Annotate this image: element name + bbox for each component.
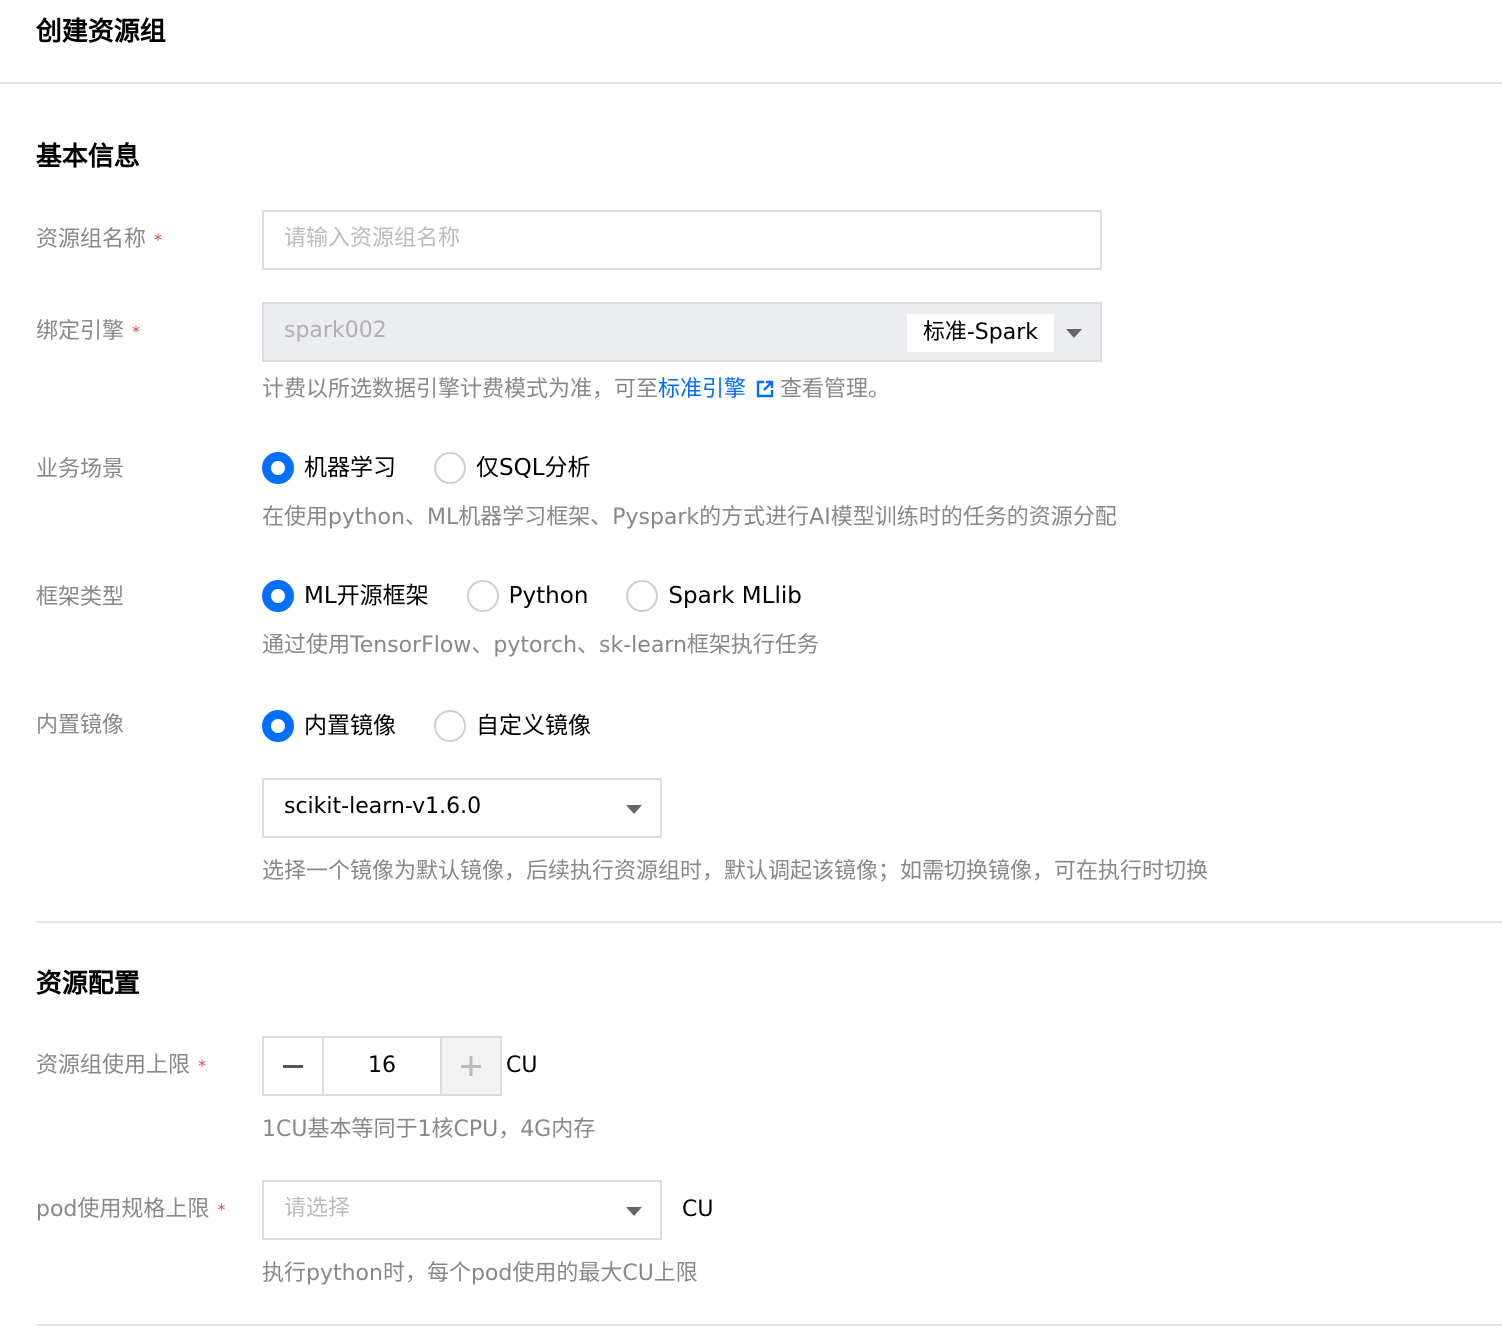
- engine-type-tag: 标准-Spark: [906, 314, 1054, 352]
- name-input[interactable]: [284, 226, 1080, 251]
- header-divider: [0, 82, 1502, 84]
- pod-hint: 执行python时，每个pod使用的最大CU上限: [262, 1261, 698, 1286]
- image-select-value: scikit-learn-v1.6.0: [284, 794, 482, 819]
- required-mark: *: [132, 322, 141, 341]
- pod-unit: CU: [682, 1197, 714, 1222]
- radio-dot-checked[interactable]: [262, 580, 294, 612]
- radio-dot-checked[interactable]: [262, 452, 294, 484]
- plus-button[interactable]: [440, 1038, 500, 1094]
- standard-engine-link[interactable]: 标准引擎: [658, 377, 746, 402]
- required-mark: *: [217, 1200, 226, 1219]
- radio-spark-mllib[interactable]: Spark MLlib: [626, 580, 802, 612]
- image-radio-group: 内置镜像 自定义镜像: [262, 710, 629, 742]
- engine-value: spark002: [284, 318, 387, 343]
- section-title-basic: 基本信息: [36, 142, 141, 172]
- limit-label: 资源组使用上限 *: [36, 1053, 207, 1078]
- pod-select[interactable]: 请选择: [262, 1180, 662, 1240]
- minus-button[interactable]: [264, 1038, 324, 1094]
- radio-dot[interactable]: [466, 580, 499, 612]
- engine-select[interactable]: spark002 标准-Spark: [262, 302, 1102, 362]
- framework-radio-group: ML开源框架 Python Spark MLlib: [262, 580, 840, 612]
- image-select[interactable]: scikit-learn-v1.6.0: [262, 778, 662, 838]
- limit-value[interactable]: 16: [324, 1038, 440, 1094]
- limit-unit: CU: [506, 1053, 538, 1078]
- limit-stepper[interactable]: 16: [262, 1036, 502, 1096]
- external-link-icon[interactable]: [756, 380, 774, 398]
- scenario-radio-group: 机器学习 仅SQL分析: [262, 452, 629, 484]
- section-divider: [36, 1324, 1502, 1326]
- scenario-label: 业务场景: [36, 457, 125, 482]
- framework-hint: 通过使用TensorFlow、pytorch、sk-learn框架执行任务: [262, 633, 819, 658]
- image-label: 内置镜像: [36, 713, 125, 738]
- limit-hint: 1CU基本等同于1核CPU，4G内存: [262, 1117, 596, 1142]
- page-title: 创建资源组: [36, 17, 167, 47]
- image-hint: 选择一个镜像为默认镜像，后续执行资源组时，默认调起该镜像；如需切换镜像，可在执行…: [262, 859, 1209, 884]
- name-input-wrapper[interactable]: [262, 210, 1102, 270]
- section-divider: [36, 921, 1502, 923]
- radio-dot[interactable]: [626, 580, 659, 612]
- radio-dot[interactable]: [434, 710, 466, 742]
- radio-dot-checked[interactable]: [262, 710, 294, 742]
- required-mark: *: [198, 1056, 207, 1075]
- radio-python[interactable]: Python: [466, 580, 588, 612]
- engine-label: 绑定引擎 *: [36, 319, 141, 344]
- caret-down-icon: [626, 1207, 642, 1216]
- radio-ml-open-source[interactable]: ML开源框架: [262, 580, 429, 612]
- radio-sql-only[interactable]: 仅SQL分析: [434, 452, 591, 484]
- caret-down-icon: [626, 805, 642, 814]
- scenario-hint: 在使用python、ML机器学习框架、Pyspark的方式进行AI模型训练时的任…: [262, 505, 1117, 530]
- engine-hint: 计费以所选数据引擎计费模式为准，可至标准引擎 查看管理。: [262, 377, 891, 402]
- framework-label: 框架类型: [36, 585, 125, 610]
- pod-label: pod使用规格上限 *: [36, 1197, 226, 1222]
- section-title-resource: 资源配置: [36, 969, 141, 999]
- radio-custom-image[interactable]: 自定义镜像: [434, 710, 591, 742]
- plus-icon: [461, 1056, 481, 1076]
- radio-machine-learning[interactable]: 机器学习: [262, 452, 396, 484]
- radio-dot[interactable]: [434, 452, 466, 484]
- pod-select-placeholder: 请选择: [284, 1196, 351, 1221]
- required-mark: *: [154, 230, 163, 249]
- minus-icon: [283, 1065, 303, 1068]
- name-label: 资源组名称 *: [36, 227, 163, 252]
- radio-builtin-image[interactable]: 内置镜像: [262, 710, 396, 742]
- caret-down-icon: [1066, 329, 1082, 338]
